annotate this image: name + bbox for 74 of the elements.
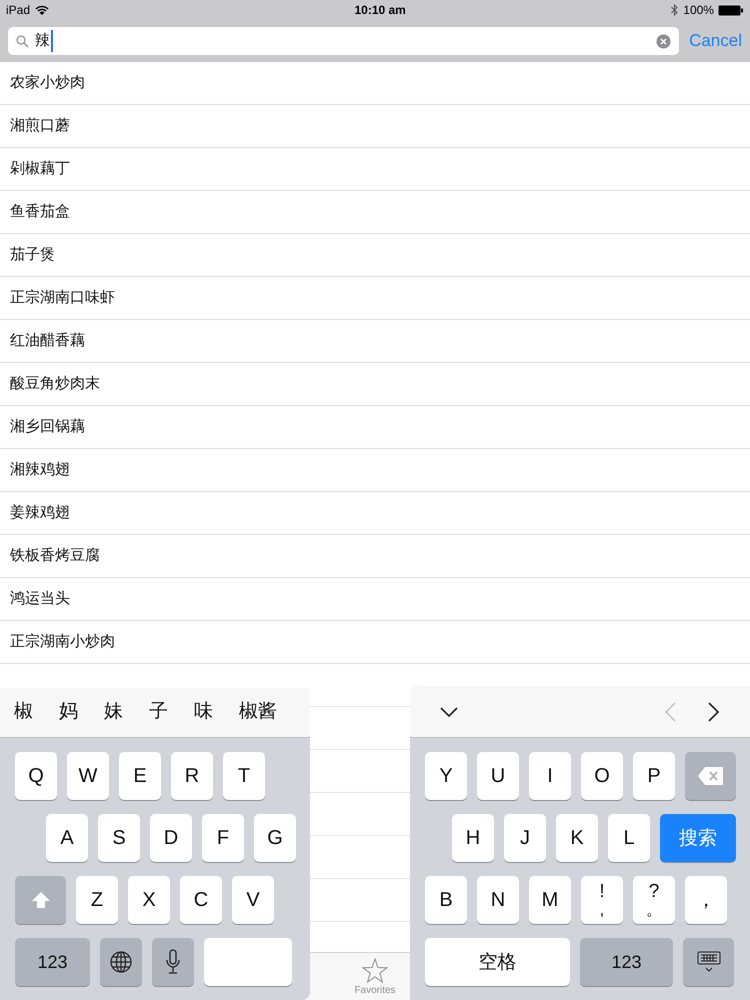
result-item[interactable]: 农家小炒肉 — [10, 72, 85, 94]
globe-icon — [109, 950, 133, 974]
letter-key[interactable]: S — [98, 814, 140, 862]
letter-key[interactable]: M — [529, 876, 571, 924]
result-item[interactable]: 酸豆角炒肉末 — [10, 372, 100, 396]
letter-key[interactable]: P — [633, 752, 675, 800]
chevron-down-icon[interactable] — [440, 706, 458, 716]
candidate-word[interactable]: 椒 — [14, 698, 33, 727]
letter-key[interactable]: G — [254, 814, 296, 862]
numbers-key[interactable]: 123 — [15, 938, 90, 986]
result-item[interactable]: 湘辣鸡翅 — [10, 458, 70, 482]
candidate-word[interactable]: 椒酱 — [239, 698, 277, 727]
letter-key[interactable]: E — [119, 752, 161, 800]
globe-key[interactable] — [100, 938, 142, 986]
letter-key[interactable]: O — [581, 752, 623, 800]
letter-key[interactable]: J — [504, 814, 546, 862]
letter-key[interactable]: Q — [15, 752, 57, 800]
letter-key[interactable]: Y — [425, 752, 467, 800]
punctuation-key[interactable]: ? 。 — [633, 876, 675, 924]
microphone-key[interactable] — [152, 938, 194, 986]
result-item[interactable]: 茄子煲 — [10, 244, 55, 266]
microphone-icon — [165, 949, 181, 975]
device-name: iPad — [6, 2, 30, 19]
clear-icon[interactable] — [656, 34, 672, 48]
letter-key[interactable]: K — [556, 814, 598, 862]
shift-icon — [30, 891, 50, 909]
letter-key[interactable]: H — [452, 814, 494, 862]
result-item[interactable]: 红油醋香藕 — [10, 330, 85, 352]
battery-percentage: 100% — [683, 2, 714, 19]
letter-key[interactable]: ， — [685, 876, 727, 924]
letter-key[interactable]: V — [232, 876, 274, 924]
letter-key[interactable]: D — [150, 814, 192, 862]
result-item[interactable]: 姜辣鸡翅 — [10, 502, 70, 524]
candidate-word[interactable]: 妈 — [59, 698, 78, 727]
letter-key[interactable]: F — [202, 814, 244, 862]
star-icon — [362, 958, 388, 983]
letter-key[interactable]: A — [46, 814, 88, 862]
result-item[interactable]: 湘煎口蘑 — [10, 114, 70, 138]
letter-key[interactable]: X — [128, 876, 170, 924]
candidate-word[interactable]: 妹 — [104, 698, 123, 727]
letter-key[interactable]: R — [171, 752, 213, 800]
result-item[interactable]: 鸿运当头 — [10, 588, 70, 610]
letter-key[interactable]: T — [223, 752, 265, 800]
letter-key[interactable]: I — [529, 752, 571, 800]
bluetooth-icon — [671, 4, 678, 16]
candidate-word[interactable]: 味 — [194, 698, 213, 727]
numbers-key[interactable]: 123 — [580, 938, 673, 986]
battery-icon — [718, 4, 744, 16]
backspace-icon — [696, 766, 724, 786]
letter-key[interactable]: B — [425, 876, 467, 924]
letter-key[interactable]: C — [180, 876, 222, 924]
wifi-icon — [35, 4, 50, 16]
result-item[interactable]: 正宗湖南小炒肉 — [10, 630, 115, 654]
search-icon — [16, 34, 29, 48]
result-item[interactable]: 鱼香茄盒 — [10, 200, 70, 224]
result-item[interactable]: 湘乡回锅藕 — [10, 416, 85, 438]
letter-key[interactable]: L — [608, 814, 650, 862]
letter-key[interactable]: Z — [76, 876, 118, 924]
clock-time: 10:10 am — [353, 2, 406, 19]
result-item[interactable]: 剁椒藕丁 — [10, 158, 70, 180]
hide-keyboard-icon — [696, 951, 720, 973]
search-key[interactable]: 搜索 — [660, 814, 736, 862]
letter-key[interactable]: N — [477, 876, 519, 924]
punctuation-key[interactable]: ! , — [581, 876, 623, 924]
letter-key[interactable]: U — [477, 752, 519, 800]
candidate-word[interactable]: 子 — [149, 698, 168, 727]
chevron-right-icon[interactable] — [708, 702, 720, 722]
result-item[interactable]: 铁板香烤豆腐 — [10, 544, 100, 568]
result-item[interactable]: 正宗湖南口味虾 — [10, 286, 115, 310]
space-key[interactable]: 空格 — [425, 938, 570, 986]
search-field[interactable]: 辣 — [8, 27, 680, 55]
hide-keyboard-key[interactable] — [683, 938, 734, 986]
letter-key[interactable]: W — [67, 752, 109, 800]
search-text: 辣 — [35, 30, 53, 52]
